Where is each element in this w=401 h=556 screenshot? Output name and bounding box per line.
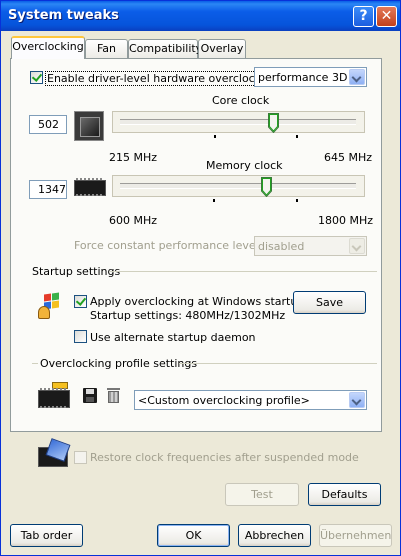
profile-select-value: <Custom overclocking profile> [138, 394, 310, 407]
force-performance-select[interactable]: disabled [254, 236, 367, 256]
tab-order-button[interactable]: Tab order [10, 524, 83, 547]
core-clock-title: Core clock [212, 94, 270, 107]
memory-clock-slider-thumb[interactable] [260, 177, 272, 197]
core-clock-slider-thumb[interactable] [267, 113, 279, 133]
performance-mode-select[interactable]: performance 3D [254, 67, 367, 87]
enable-overclocking-label: Enable driver-level hardware overclockin… [45, 71, 281, 86]
memory-tick [213, 199, 215, 202]
core-clock-max: 645 MHz [324, 151, 373, 164]
tab-fan[interactable]: Fan [85, 39, 128, 58]
delete-profile-icon[interactable] [107, 388, 120, 403]
restore-clocks-checkbox[interactable] [74, 451, 87, 464]
help-button[interactable]: ? [353, 6, 374, 27]
memory-module-icon [74, 178, 106, 196]
title-bar[interactable]: System tweaks ? ✕ [1, 1, 400, 31]
alternate-daemon-label: Use alternate startup daemon [90, 331, 256, 344]
tab-overlay[interactable]: Overlay [198, 39, 246, 58]
core-clock-min: 215 MHz [109, 151, 158, 164]
close-button[interactable]: ✕ [376, 6, 397, 27]
apply-at-startup-checkbox[interactable] [74, 295, 87, 308]
windows-runner-icon [38, 292, 64, 319]
memory-clock-track [120, 183, 356, 189]
profile-settings-title: Overclocking profile settings [40, 357, 198, 370]
restore-clocks-label: Restore clock frequencies after suspende… [90, 451, 359, 464]
gpu-chip-icon [74, 111, 104, 141]
tab-compatibility[interactable]: Compatibility [128, 39, 202, 58]
apply-at-startup-label: Apply overclocking at Windows startup [90, 295, 305, 308]
cancel-button[interactable]: Abbrechen [238, 524, 311, 547]
memory-clock-value: 1347 [29, 180, 67, 199]
profile-memory-icon [38, 382, 70, 410]
core-tick [296, 135, 298, 138]
core-tick [214, 135, 216, 138]
force-performance-label: Force constant performance level [74, 239, 259, 252]
defaults-button[interactable]: Defaults [308, 483, 381, 506]
force-performance-value: disabled [258, 240, 305, 253]
startup-settings-title: Startup settings [32, 265, 121, 278]
chevron-down-icon[interactable] [349, 392, 365, 408]
chevron-down-icon[interactable] [349, 238, 365, 254]
memory-clock-max: 1800 MHz [318, 214, 374, 227]
enable-overclocking-checkbox[interactable] [30, 71, 43, 84]
memory-clock-title: Memory clock [206, 159, 283, 172]
core-clock-value: 502 [29, 115, 67, 134]
core-clock-track [120, 119, 356, 125]
save-profile-icon[interactable] [83, 388, 97, 403]
ok-button[interactable]: OK [157, 524, 230, 547]
profile-select[interactable]: <Custom overclocking profile> [134, 390, 367, 410]
save-button[interactable]: Save [293, 291, 366, 314]
tab-overclocking[interactable]: Overclocking [11, 36, 85, 59]
system-tweaks-window: System tweaks ? ✕ Overclocking Fan Compa… [0, 0, 401, 556]
startup-settings-text: Startup settings: 480MHz/1302MHz [90, 309, 286, 322]
chevron-down-icon[interactable] [349, 69, 365, 85]
alternate-daemon-checkbox[interactable] [74, 330, 87, 343]
divider [179, 363, 377, 364]
divider [32, 363, 38, 364]
test-button[interactable]: Test [225, 483, 299, 506]
memory-clock-min: 600 MHz [109, 214, 158, 227]
performance-mode-value: performance 3D [258, 71, 348, 84]
suspend-restore-icon [38, 438, 71, 469]
window-title: System tweaks [8, 8, 119, 23]
apply-button[interactable]: Übernehmen [319, 524, 392, 547]
memory-tick [296, 199, 298, 202]
divider [109, 271, 377, 272]
